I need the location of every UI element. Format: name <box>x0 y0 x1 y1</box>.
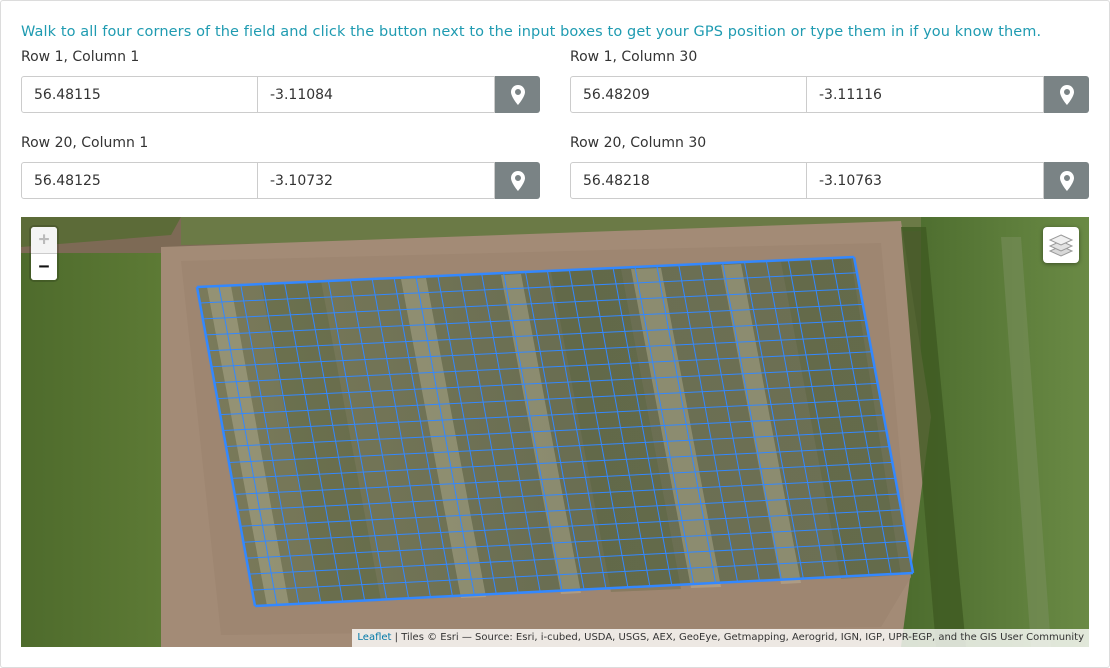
map-marker-icon <box>1059 84 1074 105</box>
corner-label: Row 20, Column 30 <box>570 135 707 151</box>
plot-row-line <box>214 351 872 384</box>
corner-label: Row 1, Column 30 <box>570 49 698 65</box>
attribution-text: Tiles © Esri — Source: Esri, i-cubed, US… <box>401 632 1084 643</box>
plot-row-line <box>246 525 905 559</box>
corner-label: Row 1, Column 1 <box>21 49 140 65</box>
corner-row1-col30: Row 1, Column 30 <box>570 47 1089 113</box>
map-marker-icon <box>510 170 525 191</box>
longitude-input[interactable] <box>807 76 1044 113</box>
plot-row-line <box>223 398 881 432</box>
plot-row-line <box>217 367 875 400</box>
plot-row-line <box>205 303 863 336</box>
corner-row1-col1: Row 1, Column 1 <box>21 47 540 113</box>
latitude-input[interactable] <box>21 76 258 113</box>
map-marker-icon <box>1059 170 1074 191</box>
map-marker-icon <box>510 84 525 105</box>
coordinate-input-group <box>21 162 540 199</box>
plot-row-line <box>220 382 878 416</box>
get-gps-position-button[interactable] <box>1044 76 1089 113</box>
plot-row-line <box>252 556 911 591</box>
coordinate-input-group <box>570 76 1089 113</box>
zoom-control: + − <box>31 227 57 280</box>
plot-row-line <box>237 477 896 511</box>
zoom-in-button[interactable]: + <box>31 227 57 253</box>
corner-row20-col30: Row 20, Column 30 <box>570 133 1089 199</box>
layers-icon <box>1048 234 1074 257</box>
plot-row-line <box>240 493 899 527</box>
coordinate-input-group <box>21 76 540 113</box>
field-map[interactable]: + − Leaflet | Tiles © Esri — Source: Esr… <box>21 217 1089 647</box>
plot-boundary-line <box>196 255 855 289</box>
plot-row-line <box>199 272 857 304</box>
longitude-input[interactable] <box>807 162 1044 199</box>
latitude-input[interactable] <box>570 162 807 199</box>
get-gps-position-button[interactable] <box>1044 162 1089 199</box>
longitude-input[interactable] <box>258 76 495 113</box>
plot-row-line <box>208 319 866 352</box>
plot-row-line <box>211 335 869 368</box>
plot-grid <box>195 255 915 608</box>
plot-row-line <box>234 461 893 495</box>
corner-row20-col1: Row 20, Column 1 <box>21 133 540 199</box>
plot-row-line <box>243 509 902 543</box>
get-gps-position-button[interactable] <box>495 76 540 113</box>
get-gps-position-button[interactable] <box>495 162 540 199</box>
plot-row-line <box>249 540 908 575</box>
corner-label: Row 20, Column 1 <box>21 135 149 151</box>
instructions-text: Walk to all four corners of the field an… <box>21 24 1042 40</box>
latitude-input[interactable] <box>570 76 807 113</box>
zoom-out-button[interactable]: − <box>31 253 57 280</box>
layers-control-button[interactable] <box>1043 227 1079 263</box>
plot-boundary-line <box>254 571 914 608</box>
latitude-input[interactable] <box>21 162 258 199</box>
map-attribution: Leaflet | Tiles © Esri — Source: Esri, i… <box>352 629 1089 647</box>
plot-row-line <box>225 414 884 447</box>
leaflet-link[interactable]: Leaflet <box>357 632 391 643</box>
plot-row-line <box>202 288 860 320</box>
coordinate-input-group <box>570 162 1089 199</box>
plot-row-line <box>231 446 890 479</box>
plot-row-line <box>228 430 887 463</box>
attribution-separator: | <box>391 632 402 643</box>
longitude-input[interactable] <box>258 162 495 199</box>
